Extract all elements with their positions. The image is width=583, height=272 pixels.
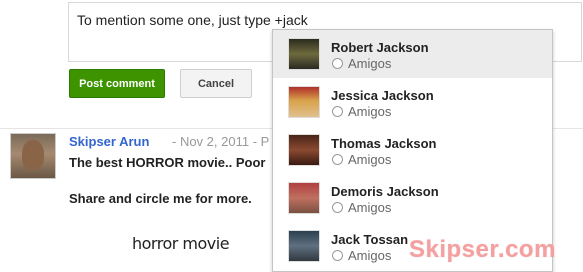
author-avatar[interactable] (10, 133, 56, 179)
suggestion-photo (288, 182, 320, 214)
circle-icon (332, 106, 343, 117)
suggestion-item[interactable]: Thomas Jackson Amigos (273, 126, 552, 174)
circle-icon (332, 250, 343, 261)
post-comment-label: Post comment (79, 77, 155, 90)
post-text-line2: Share and circle me for more. (69, 191, 252, 206)
suggestion-name: Robert Jackson (331, 40, 429, 55)
suggestion-photo (288, 86, 320, 118)
suggestion-circle: Amigos (348, 104, 392, 119)
suggestion-photo (288, 134, 320, 166)
suggestion-photo (288, 38, 320, 70)
comment-input-text: To mention some one, just type +jack (77, 12, 308, 28)
cancel-button[interactable]: Cancel (180, 69, 252, 98)
post-meta: - Nov 2, 2011 - P (172, 134, 270, 149)
suggestion-name: Thomas Jackson (331, 136, 437, 151)
suggestion-circle: Amigos (348, 248, 392, 263)
circle-icon (332, 202, 343, 213)
author-name-link[interactable]: Skipser Arun (69, 134, 149, 149)
suggestion-photo (288, 230, 320, 262)
post-comment-button[interactable]: Post comment (69, 69, 165, 98)
suggestion-item[interactable]: Demoris Jackson Amigos (273, 174, 552, 222)
cancel-label: Cancel (197, 77, 235, 90)
circle-icon (332, 154, 343, 165)
suggestion-circle: Amigos (348, 200, 392, 215)
suggestion-circle: Amigos (348, 152, 392, 167)
suggestion-circle: Amigos (348, 56, 392, 71)
suggestion-item[interactable]: Jessica Jackson Amigos (273, 78, 552, 126)
suggestion-name: Demoris Jackson (331, 184, 439, 199)
site-watermark: Skipser.com (409, 236, 556, 263)
suggestion-name: Jack Tossan (331, 232, 409, 247)
circle-icon (332, 58, 343, 69)
suggestion-name: Jessica Jackson (331, 88, 434, 103)
post-text-line1: The best HORROR movie.. Poor (69, 155, 266, 170)
suggestion-item[interactable]: Robert Jackson Amigos (273, 30, 552, 78)
attachment-title[interactable]: horror movie (132, 234, 230, 253)
comment-card: To mention some one, just type +jack Pos… (0, 0, 583, 272)
